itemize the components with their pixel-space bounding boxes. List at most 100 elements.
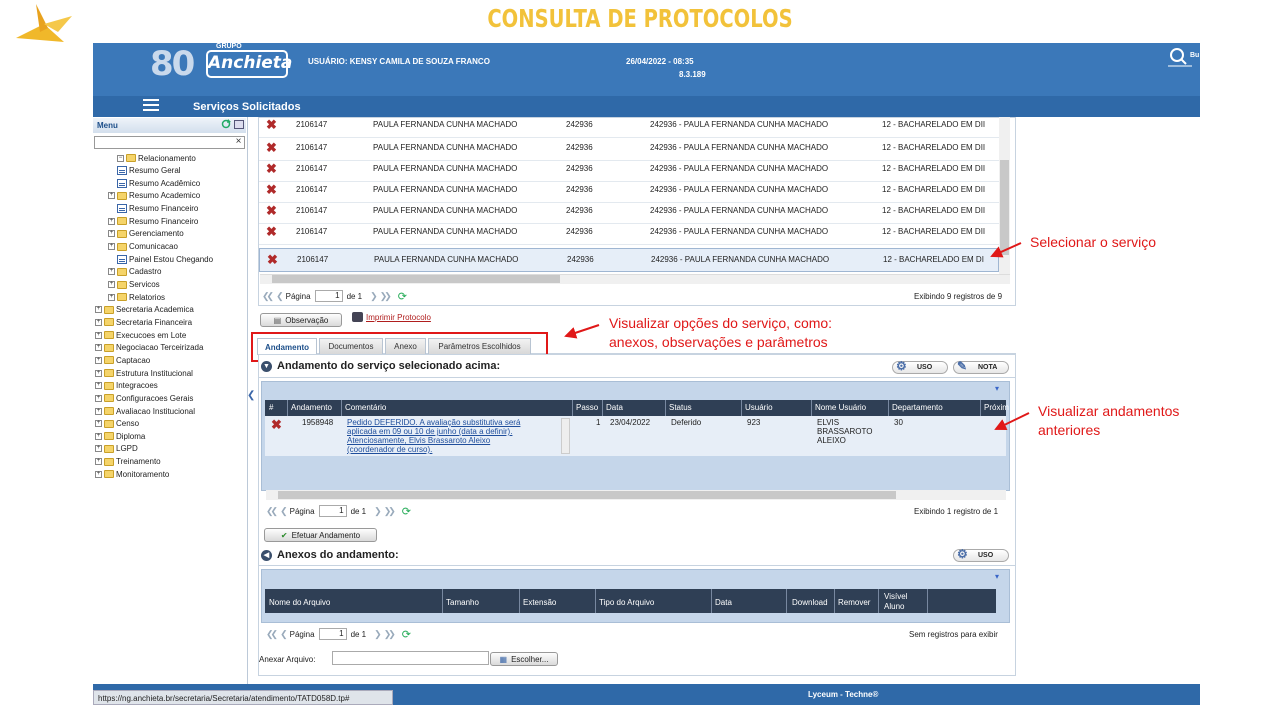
sidebar-item[interactable]: + Secretaria Financeira (95, 316, 192, 328)
expand-toggle-icon[interactable]: + (108, 268, 115, 276)
sidebar-item[interactable]: + Estrutura Institucional (95, 367, 193, 379)
sidebar-item[interactable]: + Secretaria Academica (95, 304, 194, 316)
delete-service-icon[interactable]: ✖ (266, 183, 277, 196)
hamburger-menu-icon[interactable] (143, 99, 159, 112)
prev-page-icon[interactable]: ❮ (280, 629, 287, 640)
sidebar-item[interactable]: + Resumo Financeiro (108, 215, 198, 227)
last-page-icon[interactable]: ❯❯ (384, 629, 396, 640)
refresh-icon[interactable]: ⟳ (402, 505, 411, 518)
grid-horizontal-scroll-thumb[interactable] (272, 275, 560, 283)
search-label[interactable]: Bu (1190, 52, 1199, 59)
sidebar-item[interactable]: + Integracoes (95, 380, 158, 392)
expand-toggle-icon[interactable]: + (95, 394, 102, 402)
sidebar-item[interactable]: + Avaliacao Institucional (95, 405, 195, 417)
sidebar-item[interactable]: + Relatorios (108, 291, 165, 303)
sidebar-item[interactable]: + Monitoramento (95, 468, 169, 480)
expand-toggle-icon[interactable]: + (95, 420, 102, 428)
expand-toggle-icon[interactable]: + (108, 217, 115, 225)
last-page-icon[interactable]: ❯❯ (380, 291, 392, 302)
clear-search-icon[interactable]: × (232, 136, 245, 149)
service-row[interactable]: ✖ 2106147 PAULA FERNANDA CUNHA MACHADO 2429… (259, 182, 999, 203)
sidebar-item[interactable]: Painel Estou Chegando (117, 253, 213, 265)
delete-service-icon[interactable]: ✖ (266, 162, 277, 175)
expand-toggle-icon[interactable]: + (95, 306, 102, 314)
page-input[interactable]: 1 (318, 628, 347, 640)
expand-toggle-icon[interactable]: + (95, 369, 102, 377)
sidebar-item[interactable]: − Relacionamento (117, 152, 196, 164)
first-page-icon[interactable]: ❮❮ (266, 629, 278, 640)
page-input[interactable]: 1 (314, 290, 343, 302)
expand-toggle-icon[interactable]: + (95, 318, 102, 326)
delete-service-icon[interactable]: ✖ (266, 141, 277, 154)
andamento-hscroll-thumb[interactable] (278, 491, 896, 499)
expand-toggle-icon[interactable]: + (95, 331, 102, 339)
sidebar-item[interactable]: + Configuracoes Gerais (95, 392, 193, 404)
expand-toggle-icon[interactable]: + (108, 293, 115, 301)
sidebar-item[interactable]: + Servicos (108, 279, 160, 291)
first-page-icon[interactable]: ❮❮ (262, 291, 274, 302)
expand-toggle-icon[interactable]: + (95, 356, 102, 364)
sidebar-item[interactable]: + Cadastro (108, 266, 161, 278)
efetuar-andamento-button[interactable]: ✔ Efetuar Andamento (264, 528, 377, 542)
service-row[interactable]: ✖ 2106147 PAULA FERNANDA CUNHA MACHADO 2429… (259, 117, 999, 138)
service-row[interactable]: ✖ 2106147 PAULA FERNANDA CUNHA MACHADO 2429… (259, 224, 999, 245)
expand-toggle-icon[interactable]: + (95, 344, 102, 352)
uso-button[interactable]: ⚙ USO (892, 359, 948, 374)
grid-options-icon[interactable]: ▾ (995, 572, 999, 581)
comment-scrollbar[interactable] (561, 418, 570, 454)
sidebar-item[interactable]: + Gerenciamento (108, 228, 184, 240)
escolher-button[interactable]: ▦ Escolher... (490, 652, 558, 666)
section-expand-icon[interactable]: ◀ (261, 549, 272, 561)
delete-service-icon[interactable]: ✖ (266, 118, 277, 131)
expand-toggle-icon[interactable]: + (95, 382, 102, 390)
service-row[interactable]: ✖ 2106147 PAULA FERNANDA CUNHA MACHADO 2429… (259, 140, 999, 161)
prev-page-icon[interactable]: ❮ (276, 291, 283, 302)
sidebar-item[interactable]: + Comunicacao (108, 241, 178, 253)
service-row[interactable]: ✖ 2106147 PAULA FERNANDA CUNHA MACHADO 2429… (259, 203, 999, 224)
expand-toggle-icon[interactable]: + (108, 281, 115, 288)
next-page-icon[interactable]: ❯ (370, 291, 377, 302)
sidebar-item[interactable]: + Negociacao Terceirizada (95, 342, 203, 354)
first-page-icon[interactable]: ❮❮ (266, 506, 278, 517)
page-input[interactable]: 1 (318, 505, 347, 517)
sidebar-item[interactable]: + Diploma (95, 430, 145, 442)
sidebar-item[interactable]: + Captacao (95, 354, 150, 366)
andamento-comment-link[interactable]: Pedido DEFERIDO. A avaliação substitutiv… (347, 418, 557, 454)
prev-page-icon[interactable]: ❮ (280, 506, 287, 517)
last-page-icon[interactable]: ❯❯ (384, 506, 396, 517)
imprimir-protocolo-link[interactable]: Imprimir Protocolo (366, 313, 431, 322)
sidebar-item[interactable]: + Resumo Academico (108, 190, 200, 202)
service-row[interactable]: ✖ 2106147 PAULA FERNANDA CUNHA MACHADO 2429… (259, 161, 999, 182)
sidebar-collapse-handle[interactable]: ❮ (247, 390, 255, 410)
expand-toggle-icon[interactable]: + (95, 432, 102, 440)
expand-toggle-icon[interactable]: + (108, 230, 115, 238)
service-row[interactable]: ✖ 2106147 PAULA FERNANDA CUNHA MACHADO 2429… (259, 248, 999, 272)
expand-toggle-icon[interactable]: + (95, 458, 102, 466)
expand-toggle-icon[interactable]: − (117, 154, 124, 162)
expand-toggle-icon[interactable]: + (108, 243, 115, 251)
refresh-icon[interactable]: ⟳ (402, 628, 411, 641)
next-page-icon[interactable]: ❯ (374, 629, 381, 640)
search-icon[interactable] (1168, 47, 1192, 67)
next-page-icon[interactable]: ❯ (374, 506, 381, 517)
anexar-arquivo-input[interactable] (332, 651, 489, 665)
anexos-uso-button[interactable]: ⚙ USO (953, 547, 1009, 562)
sidebar-item[interactable]: Resumo Geral (117, 165, 181, 177)
expand-toggle-icon[interactable]: + (95, 445, 102, 453)
delete-andamento-icon[interactable]: ✖ (271, 417, 282, 433)
sidebar-item[interactable]: + Treinamento (95, 456, 161, 468)
grid-vertical-scroll-thumb[interactable] (1000, 160, 1009, 255)
grid-options-icon[interactable]: ▾ (995, 384, 999, 393)
section-collapse-icon[interactable]: ▼ (261, 360, 272, 372)
menu-search-input[interactable] (94, 136, 245, 149)
sidebar-item[interactable]: Resumo Acadêmico (117, 177, 200, 189)
sidebar-item[interactable]: Resumo Financeiro (117, 203, 198, 215)
delete-service-icon[interactable]: ✖ (267, 253, 278, 266)
refresh-icon[interactable] (221, 119, 231, 129)
sidebar-item[interactable]: + Censo (95, 418, 139, 430)
expand-toggle-icon[interactable]: + (108, 192, 115, 200)
delete-service-icon[interactable]: ✖ (266, 204, 277, 217)
nota-button[interactable]: ✎ NOTA (953, 359, 1009, 374)
sidebar-item[interactable]: + Execucoes em Lote (95, 329, 186, 341)
refresh-icon[interactable]: ⟳ (398, 290, 407, 303)
